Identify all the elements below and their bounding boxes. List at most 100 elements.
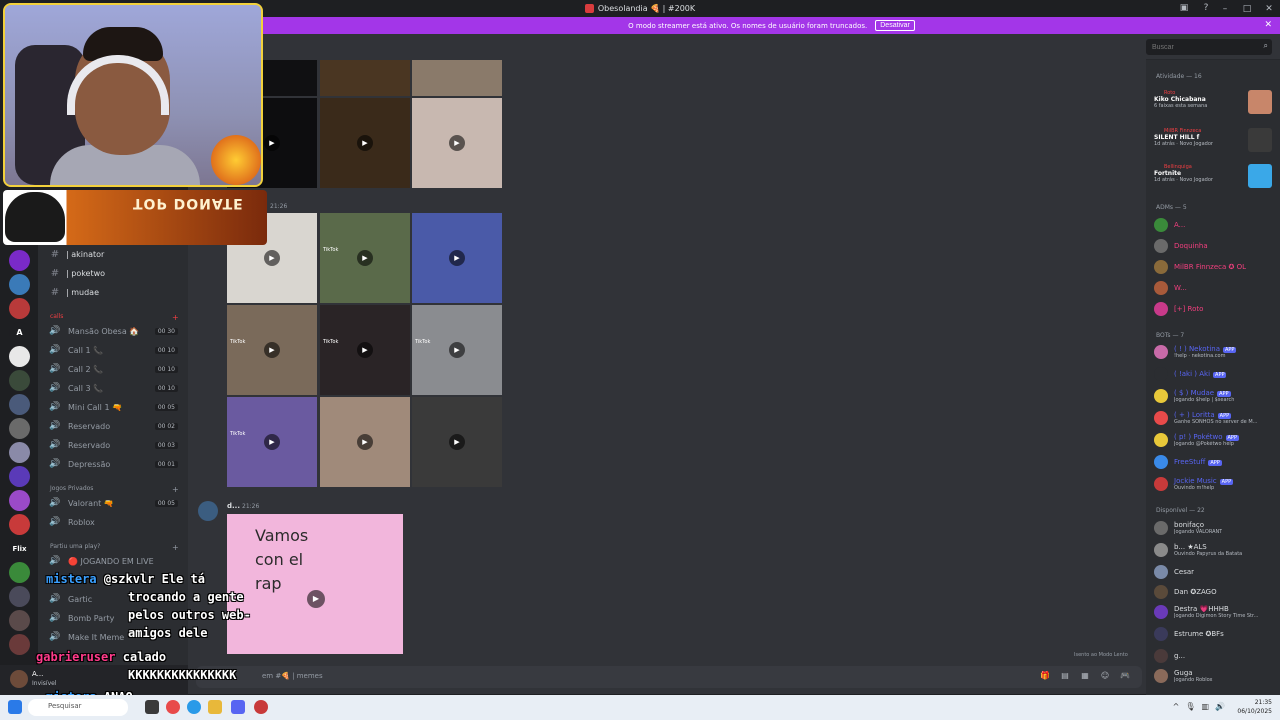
server-icon[interactable]	[9, 298, 30, 319]
activity-card[interactable]: Roto Kiko Chicabana 6 faixas esta semana	[1154, 90, 1272, 114]
search-input[interactable]	[1146, 39, 1272, 55]
member-item[interactable]: A...	[1154, 215, 1276, 235]
play-icon[interactable]: ▶	[449, 434, 465, 450]
video-thumbnail[interactable]: ▶	[320, 98, 410, 188]
member-item[interactable]: Guga Jogando Roblox	[1154, 666, 1276, 686]
message-author[interactable]: d...	[227, 502, 240, 510]
play-icon[interactable]: ▶	[357, 135, 373, 151]
play-icon[interactable]: ▶	[449, 342, 465, 358]
play-icon[interactable]: ▶	[307, 590, 325, 608]
member-item[interactable]: ( ! ) Nekotina APP !help · nekotina.com	[1154, 342, 1276, 362]
play-icon[interactable]: ▶	[357, 250, 373, 266]
channel-akinator[interactable]: # | akinator	[38, 245, 188, 263]
video-thumbnail[interactable]: ▶	[412, 98, 502, 188]
network-icon[interactable]: ▥	[1201, 702, 1209, 711]
video-thumbnail[interactable]: TikTok ▶	[320, 213, 410, 303]
play-icon[interactable]: ▶	[357, 342, 373, 358]
disable-streamer-button[interactable]: Desativar	[875, 20, 915, 31]
banner-close-icon[interactable]: ✕	[1264, 20, 1272, 30]
member-item[interactable]: Doquinha	[1154, 236, 1276, 256]
sticker-icon[interactable]: ▦	[1080, 671, 1090, 681]
play-icon[interactable]: ▶	[449, 250, 465, 266]
member-item[interactable]: bonifaço Jogando VALORANT	[1154, 518, 1276, 538]
voice-channel[interactable]: 🔊 🔴 JOGANDO EM LIVE	[38, 552, 188, 570]
voice-channel[interactable]: 🔊 Reservado 00 03	[38, 436, 188, 454]
member-item[interactable]: Estrume ✪BFs	[1154, 624, 1276, 644]
member-item[interactable]: ( !aki ) Aki APP	[1154, 364, 1276, 384]
minimize-button[interactable]: –	[1214, 4, 1236, 14]
video-thumbnail[interactable]: ▶	[412, 397, 502, 487]
member-item[interactable]: W...	[1154, 278, 1276, 298]
gift-icon[interactable]: 🎁	[1040, 671, 1050, 681]
voice-channel[interactable]: 🔊 Call 3 📞 00 10	[38, 379, 188, 397]
video-thumbnail[interactable]: TikTok ▶	[412, 305, 502, 395]
server-icon[interactable]	[9, 610, 30, 631]
gif-icon[interactable]: ▤	[1060, 671, 1070, 681]
opera-icon[interactable]	[166, 700, 180, 714]
member-item[interactable]: ( $ ) Mudae APP Jogando $help | $search	[1154, 386, 1276, 406]
voice-channel[interactable]: 🔊 Mansão Obesa 🏠 00 30	[38, 322, 188, 340]
emoji-icon[interactable]: ☺	[1100, 671, 1110, 681]
activity-card[interactable]: Bellinquiga Fortnite 1d atrás · Novo Jog…	[1154, 164, 1272, 188]
activity-card[interactable]: MilBR Finnzeca SILENT HILL f 1d atrás · …	[1154, 128, 1272, 152]
server-icon[interactable]	[9, 490, 30, 511]
play-icon[interactable]: ▶	[264, 434, 280, 450]
add-channel-icon[interactable]: +	[172, 485, 179, 494]
play-icon[interactable]: ▶	[357, 434, 373, 450]
member-item[interactable]: FreeStuff APP	[1154, 452, 1276, 472]
server-icon[interactable]	[9, 442, 30, 463]
video-thumbnail[interactable]: TikTok ▶	[227, 397, 317, 487]
voice-channel[interactable]: 🔊 Call 1 📞 00 10	[38, 341, 188, 359]
edge-icon[interactable]	[187, 700, 201, 714]
mic-icon[interactable]: 🎙	[1185, 702, 1195, 711]
play-icon[interactable]: ▶	[264, 342, 280, 358]
volume-icon[interactable]: 🔊	[1215, 702, 1225, 711]
maximize-button[interactable]: □	[1236, 4, 1258, 14]
voice-channel[interactable]: 🔊 Call 2 📞 00 10	[38, 360, 188, 378]
server-icon[interactable]	[9, 346, 30, 367]
add-channel-icon[interactable]: +	[172, 543, 179, 552]
media-thumbnail[interactable]	[320, 60, 410, 96]
channel-poketwo[interactable]: # | poketwo	[38, 264, 188, 282]
member-item[interactable]: g...	[1154, 646, 1276, 666]
chevron-up-icon[interactable]: ^	[1173, 702, 1180, 711]
media-thumbnail[interactable]	[412, 60, 502, 96]
server-icon[interactable]: A	[9, 322, 30, 343]
server-icon[interactable]	[9, 274, 30, 295]
server-icon[interactable]: Flix	[9, 538, 30, 559]
inbox-icon[interactable]: ▣	[1178, 2, 1190, 14]
add-channel-icon[interactable]: +	[172, 313, 179, 322]
server-icon[interactable]	[9, 586, 30, 607]
voice-channel[interactable]: 🔊 Mini Call 1 🔫 00 05	[38, 398, 188, 416]
voice-channel[interactable]: 🔊 Valorant 🔫 00 05	[38, 494, 188, 512]
server-icon[interactable]	[9, 250, 30, 271]
member-item[interactable]: Dan ✪ZAGO	[1154, 582, 1276, 602]
video-thumbnail[interactable]: ▶	[412, 213, 502, 303]
video-thumbnail[interactable]: TikTok ▶	[227, 305, 317, 395]
voice-channel[interactable]: 🔊 Roblox	[38, 513, 188, 531]
video-thumbnail[interactable]: TikTok ▶	[320, 305, 410, 395]
play-icon[interactable]: ▶	[264, 250, 280, 266]
member-item[interactable]: b... ★ALS Ouvindo Papyrus da Batata	[1154, 540, 1276, 560]
member-item[interactable]: MilBR Finnzeca ✪ OL	[1154, 257, 1276, 277]
discord-icon[interactable]	[231, 700, 245, 714]
member-item[interactable]: [+] Roto	[1154, 299, 1276, 319]
server-icon[interactable]	[9, 634, 30, 655]
category-calls[interactable]: calls +	[50, 313, 179, 322]
server-icon[interactable]	[9, 418, 30, 439]
server-icon[interactable]	[9, 562, 30, 583]
message-input-placeholder[interactable]: em #🍕 | memes	[262, 672, 323, 680]
avatar[interactable]	[198, 501, 218, 521]
member-item[interactable]: ( p! ) Pokétwo APP Jogando @Pokétwo help	[1154, 430, 1276, 450]
server-icon[interactable]	[9, 514, 30, 535]
member-item[interactable]: Destra 💗HHHB Jogando Digimon Story Time S…	[1154, 602, 1276, 622]
category-jogos-privados[interactable]: Jogos Privados +	[50, 485, 179, 494]
apps-icon[interactable]: 🎮	[1120, 671, 1130, 681]
video-thumbnail[interactable]: Vamos con el rap ▶	[227, 514, 403, 654]
play-icon[interactable]: ▶	[264, 135, 280, 151]
member-item[interactable]: Cesar	[1154, 562, 1276, 582]
play-icon[interactable]: ▶	[449, 135, 465, 151]
task-view-icon[interactable]	[145, 700, 159, 714]
windows-start-icon[interactable]	[8, 700, 22, 714]
avatar[interactable]	[10, 670, 28, 688]
